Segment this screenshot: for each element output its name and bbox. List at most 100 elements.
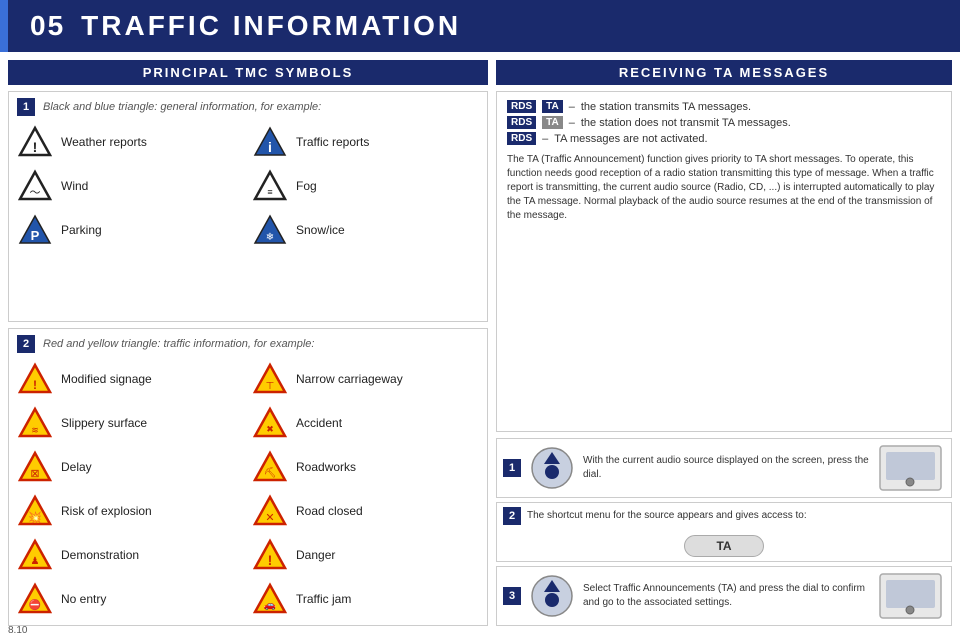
svg-text:!: ! <box>33 139 38 155</box>
list-item: ! Weather reports <box>17 122 244 162</box>
ta-select-button[interactable]: TA <box>684 535 764 557</box>
rds-dash-1: – <box>569 101 575 113</box>
box1-grid: ! Weather reports i Traffic reports <box>17 122 479 250</box>
step-row-2: 2 TA The shortcut menu for the source ap… <box>496 502 952 562</box>
list-item: ❄ Snow/ice <box>252 210 479 250</box>
snow-ice-icon: ❄ <box>252 212 288 248</box>
svg-text:⊠: ⊠ <box>30 468 39 480</box>
ta-description: The TA (Traffic Announcement) function g… <box>507 153 941 223</box>
rds-badge-1: RDS <box>507 100 536 113</box>
right-panel: RECEIVING TA MESSAGES RDS TA – the stati… <box>496 60 952 626</box>
wind-label: Wind <box>61 179 88 193</box>
rds-text-1: the station transmits TA messages. <box>581 101 751 113</box>
parking-icon: P <box>17 212 53 248</box>
danger-label: Danger <box>296 548 335 562</box>
step-1-text: With the current audio source displayed … <box>583 454 869 482</box>
box2-grid: ! Modified signage ⊤ Narrow carriageway <box>17 359 479 619</box>
page-number: 8.10 <box>8 625 27 636</box>
step-1-device <box>875 443 945 493</box>
weather-reports-icon: ! <box>17 124 53 160</box>
chapter-number: 05 <box>30 10 65 42</box>
no-entry-icon: ⛔ <box>17 581 53 617</box>
list-item: ⛔ No entry <box>17 579 244 619</box>
narrow-carriageway-label: Narrow carriageway <box>296 372 403 386</box>
list-item: ≡ Fog <box>252 166 479 206</box>
right-section-header: RECEIVING TA MESSAGES <box>496 60 952 85</box>
delay-icon: ⊠ <box>17 449 53 485</box>
box1-desc: Black and blue triangle: general informa… <box>43 101 321 113</box>
delay-label: Delay <box>61 460 92 474</box>
rds-badge-2: RDS <box>507 116 536 129</box>
list-item: ! Danger <box>252 535 479 575</box>
symbol-box-1: 1 Black and blue triangle: general infor… <box>8 91 488 322</box>
svg-text:i: i <box>268 139 272 155</box>
traffic-reports-icon: i <box>252 124 288 160</box>
svg-text:✖: ✖ <box>266 424 274 434</box>
svg-text:♟: ♟ <box>31 556 40 567</box>
parking-label: Parking <box>61 223 102 237</box>
step-2-desc: The shortcut menu for the source appears… <box>527 509 945 523</box>
accident-icon: ✖ <box>252 405 288 441</box>
steps-area: 1 With the current audio source displaye… <box>496 438 952 626</box>
snow-ice-label: Snow/ice <box>296 223 345 237</box>
danger-icon: ! <box>252 537 288 573</box>
svg-text:💥: 💥 <box>28 511 42 524</box>
ta-section: RDS TA – the station transmits TA messag… <box>496 91 952 432</box>
list-item: ♟ Demonstration <box>17 535 244 575</box>
step-3-number: 3 <box>503 587 521 605</box>
ta-badge-1: TA <box>542 100 563 113</box>
traffic-jam-icon: 🚗 <box>252 581 288 617</box>
svg-text:〜: 〜 <box>30 187 41 199</box>
box1-label: 1 Black and blue triangle: general infor… <box>17 98 479 116</box>
accident-label: Accident <box>296 416 342 430</box>
modified-signage-label: Modified signage <box>61 372 152 386</box>
no-entry-label: No entry <box>61 592 106 606</box>
left-section-header: PRINCIPAL TMC SYMBOLS <box>8 60 488 85</box>
traffic-reports-label: Traffic reports <box>296 135 369 149</box>
list-item: ⛏ Roadworks <box>252 447 479 487</box>
step-row-3: 3 Select Traffic Announcements (TA) and … <box>496 566 952 626</box>
svg-text:P: P <box>31 228 40 243</box>
risk-explosion-icon: 💥 <box>17 493 53 529</box>
list-item: ⊤ Narrow carriageway <box>252 359 479 399</box>
list-item: P Parking <box>17 210 244 250</box>
rds-text-3: TA messages are not activated. <box>554 133 707 145</box>
svg-text:🚗: 🚗 <box>264 600 276 611</box>
page-header: 05 TRAFFIC INFORMATION <box>0 0 960 52</box>
list-item: 💥 Risk of explosion <box>17 491 244 531</box>
slippery-surface-icon: ≋ <box>17 405 53 441</box>
list-item: ≋ Slippery surface <box>17 403 244 443</box>
box2-number: 2 <box>17 335 35 353</box>
list-item: ✖ Accident <box>252 403 479 443</box>
narrow-carriageway-icon: ⊤ <box>252 361 288 397</box>
list-item: i Traffic reports <box>252 122 479 162</box>
list-item: 〜 Wind <box>17 166 244 206</box>
road-closed-icon: ✕ <box>252 493 288 529</box>
box1-number: 1 <box>17 98 35 116</box>
svg-text:!: ! <box>33 378 37 392</box>
traffic-jam-label: Traffic jam <box>296 592 351 606</box>
step-3-text: Select Traffic Announcements (TA) and pr… <box>583 582 869 610</box>
rds-dash-3: – <box>542 133 548 145</box>
roadworks-label: Roadworks <box>296 460 356 474</box>
svg-text:✕: ✕ <box>265 512 274 524</box>
modified-signage-icon: ! <box>17 361 53 397</box>
svg-text:≡: ≡ <box>267 187 272 197</box>
svg-text:⊤: ⊤ <box>266 381 275 392</box>
svg-text:⛔: ⛔ <box>29 598 41 611</box>
svg-text:!: ! <box>268 552 273 568</box>
rds-badge-3: RDS <box>507 132 536 145</box>
list-item: ⊠ Delay <box>17 447 244 487</box>
fog-icon: ≡ <box>252 168 288 204</box>
rds-text-2: the station does not transmit TA message… <box>581 117 791 129</box>
svg-text:⛏: ⛏ <box>264 467 277 479</box>
list-item: ! Modified signage <box>17 359 244 399</box>
step-1-number: 1 <box>503 459 521 477</box>
rds-table: RDS TA – the station transmits TA messag… <box>507 100 941 145</box>
demonstration-label: Demonstration <box>61 548 139 562</box>
rds-dash-2: – <box>569 117 575 129</box>
svg-text:≋: ≋ <box>31 425 39 435</box>
demonstration-icon: ♟ <box>17 537 53 573</box>
weather-reports-label: Weather reports <box>61 135 147 149</box>
list-item: 🚗 Traffic jam <box>252 579 479 619</box>
